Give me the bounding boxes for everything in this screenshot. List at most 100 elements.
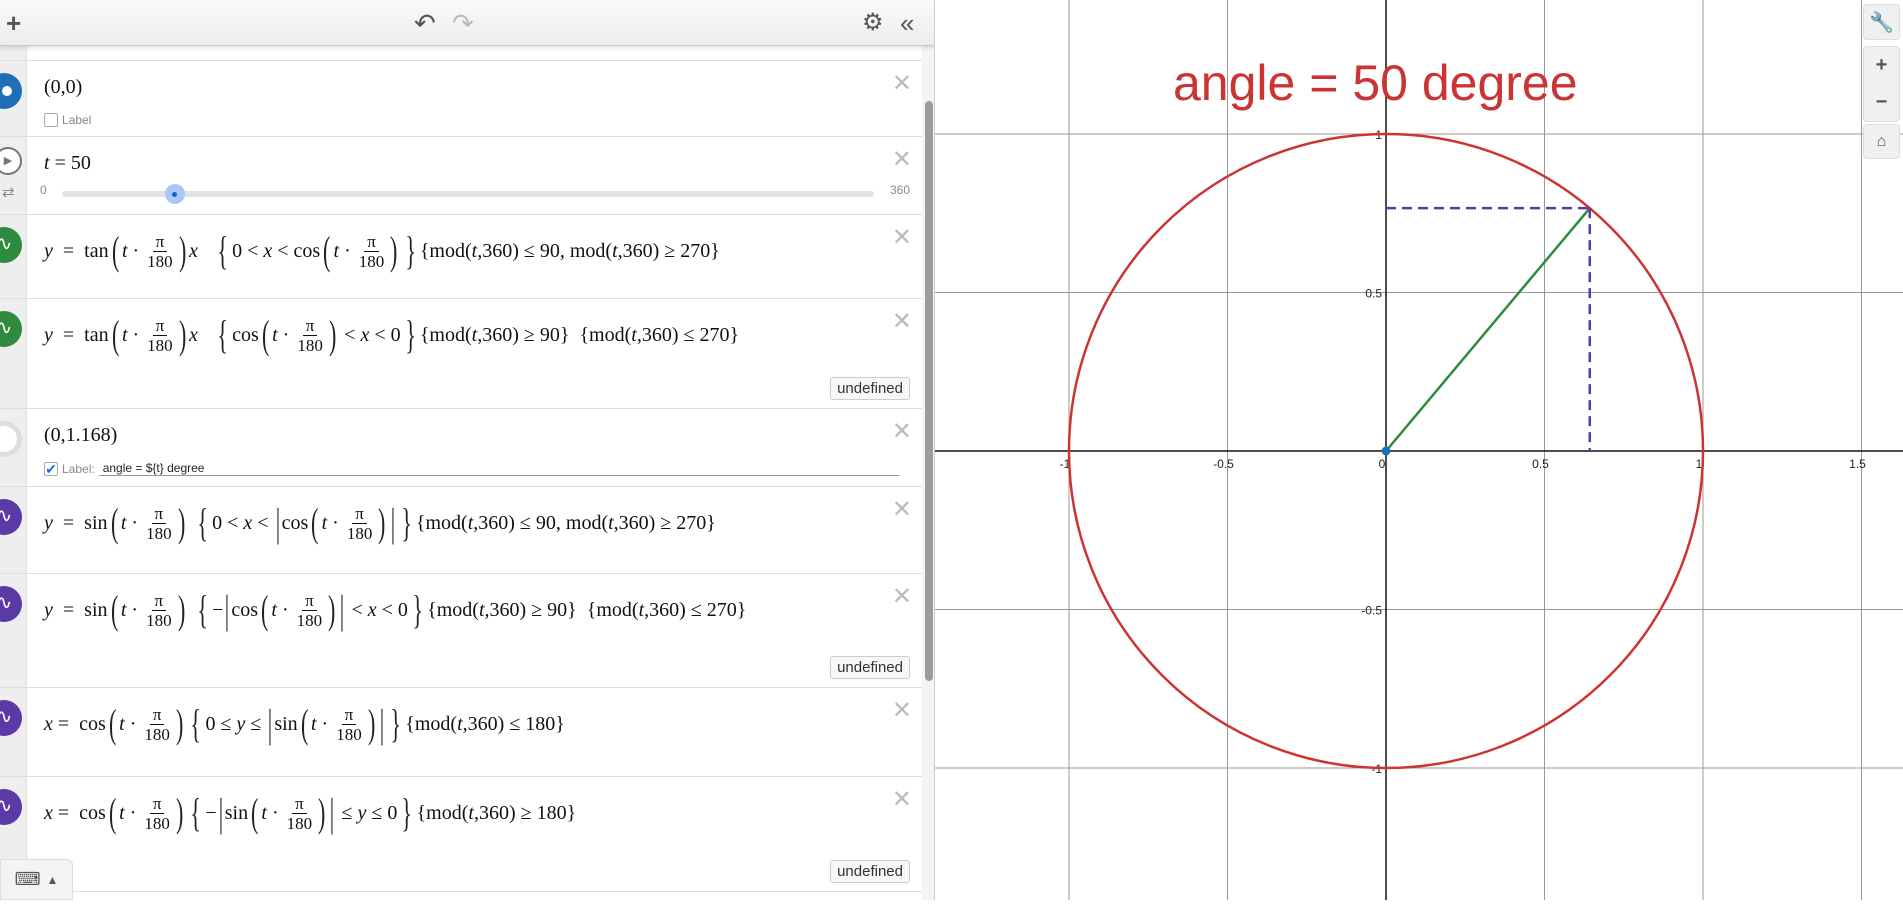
math-delimiter: ) <box>178 312 187 357</box>
math-text: (0,0) <box>44 75 83 98</box>
math-text: ,360) ≥ 180} <box>473 801 577 824</box>
math-delimiter: ) <box>178 228 187 273</box>
math-text: ≤ <box>245 712 267 735</box>
zoom-in-button[interactable]: + <box>1876 54 1888 77</box>
fraction-numerator: π <box>302 316 318 336</box>
graph-canvas[interactable]: -1 -0.5 0 0.5 1 1.510.5-0.5-1angle = 50 degre… <box>935 0 1903 900</box>
math-delimiter: | <box>379 701 385 746</box>
scrollbar-thumb[interactable] <box>925 101 933 681</box>
function-visibility-toggle[interactable]: ∿ <box>0 311 22 347</box>
expression[interactable]: y = sin(t · π 180) {− | cos(t · π 180) | < x … <box>44 584 746 636</box>
delete-row-button[interactable]: ✕ <box>892 69 912 97</box>
math-text: = sin <box>52 598 108 621</box>
function-visibility-toggle[interactable]: ∿ <box>0 789 22 825</box>
scrollbar[interactable] <box>922 46 934 900</box>
math-text: < cos <box>272 239 321 262</box>
math-variable: x <box>44 712 53 735</box>
expression[interactable]: y = sin(t · π 180) {0 < x < | cos(t · π 180… <box>44 497 716 549</box>
home-button[interactable]: ⌂ <box>1863 124 1900 159</box>
delete-row-button[interactable]: ✕ <box>892 417 912 445</box>
math-text <box>198 324 213 347</box>
fraction-denominator: 180 <box>146 610 172 630</box>
undo-button[interactable]: ↶ <box>414 8 436 38</box>
point-icon <box>2 86 12 96</box>
function-visibility-toggle[interactable]: ∿ <box>0 227 22 263</box>
math-text: = cos <box>52 712 106 735</box>
math-fraction: π 180 <box>146 504 172 543</box>
expression[interactable]: t = 50 <box>44 145 91 181</box>
math-variable: x <box>44 801 53 824</box>
delete-row-button[interactable]: ✕ <box>892 696 912 724</box>
algebra-row-func[interactable]: ∿ y = sin(t · π180) {−|cos(t · π180)| < x… <box>0 574 922 688</box>
expression[interactable]: y = tan(t · π 180) x {0 < x < cos(t · π 180… <box>44 225 720 277</box>
delete-row-button[interactable]: ✕ <box>892 223 912 251</box>
expression[interactable]: (0,1.168) <box>44 417 117 453</box>
algebra-row-func[interactable]: ∿ y = tan(t · π180)x {0 < x < cos(t · π18… <box>0 215 922 299</box>
graphics-view[interactable]: -1 -0.5 0 0.5 1 1.5 1 0.5 -0.5 -1 angle = 50 degre… <box>935 0 1903 900</box>
keyboard-toggle-button[interactable]: ⌨ ▲ <box>0 859 73 900</box>
delete-row-button[interactable]: ✕ <box>892 785 912 813</box>
delete-row-button[interactable]: ✕ <box>892 582 912 610</box>
math-variable: x <box>243 511 253 534</box>
math-text: · <box>277 323 295 346</box>
math-fraction: π 180 <box>347 504 373 543</box>
delete-row-button[interactable]: ✕ <box>892 495 912 523</box>
algebra-row-point[interactable]: (0,0) ✕ Label <box>0 61 922 137</box>
delete-row-button[interactable]: ✕ <box>892 145 912 173</box>
math-fraction: π 180 <box>144 794 170 833</box>
label-checkbox[interactable]: ✔ <box>44 461 58 476</box>
math-text: = 50 <box>49 151 91 174</box>
algebra-row-point[interactable]: (0,1.168) ✕ ✔ Label: angle = ${t} degree <box>0 409 922 487</box>
zoom-out-button[interactable]: − <box>1876 91 1888 114</box>
algebra-row-func[interactable]: ∿ x = cos(t · π180){−|sin(t · π180)| ≤ y … <box>0 777 922 892</box>
slider-thumb[interactable] <box>164 184 185 204</box>
point-visibility-toggle[interactable] <box>0 73 22 109</box>
add-item-button[interactable]: + <box>6 8 21 38</box>
expression[interactable]: x = cos(t · π 180){0 ≤ y ≤ | sin(t · π 180)… <box>44 698 565 750</box>
math-text: ,360) ≥ 270} <box>617 239 720 262</box>
math-text: {mod( <box>419 239 472 262</box>
math-delimiter: ) <box>175 790 184 835</box>
collapse-panel-button[interactable]: « <box>900 8 914 38</box>
algebra-row-slider[interactable]: ▶ ⇄ t = 50 ✕ 0 360 <box>0 137 922 215</box>
math-delimiter: ( <box>311 500 319 545</box>
function-visibility-toggle[interactable]: ∿ <box>0 499 22 535</box>
math-delimiter: { <box>197 500 208 545</box>
math-text: {mod( <box>415 511 468 534</box>
algebra-row-func[interactable]: ∿ y = tan(t · π180)x {cos(t · π180) < x <… <box>0 299 922 409</box>
label-checkbox[interactable] <box>44 113 58 127</box>
math-text: cos <box>231 598 259 621</box>
math-delimiter: } <box>400 500 412 545</box>
algebra-row-func[interactable]: ∿ y = sin(t · π180) {0 < x < |cos(t · π18… <box>0 487 922 574</box>
math-delimiter: ) <box>367 701 376 746</box>
expression[interactable]: (0,0) <box>44 69 82 105</box>
math-delimiter: | <box>218 790 223 835</box>
math-text: = cos <box>52 801 106 824</box>
redo-button[interactable]: ↷ <box>452 8 474 38</box>
math-delimiter: } <box>412 587 423 632</box>
undefined-value-badge: undefined <box>830 377 910 400</box>
math-delimiter: ( <box>108 701 117 746</box>
algebra-row-func[interactable]: ∿ x = cos(t · π180){0 ≤ y ≤ |sin(t · π180… <box>0 688 922 777</box>
math-delimiter: | <box>390 500 395 545</box>
math-text: · <box>126 598 144 621</box>
math-delimiter: | <box>330 790 335 835</box>
play-button[interactable]: ▶ <box>0 147 22 175</box>
algebra-toolbar: + ↶ ↷ ⚙ « <box>0 0 934 46</box>
expression[interactable]: x = cos(t · π 180){− | sin(t · π 180) | ≤ y ≤… <box>44 787 576 839</box>
math-fraction: π 180 <box>336 705 362 744</box>
expression[interactable]: y = tan(t · π 180) x {cos(t · π 180) < x < … <box>44 309 739 361</box>
delete-row-button[interactable]: ✕ <box>892 307 912 335</box>
function-visibility-toggle[interactable]: ∿ <box>0 586 22 622</box>
graph-settings-button[interactable]: 🔧 <box>1863 4 1900 40</box>
settings-gear-icon[interactable]: ⚙ <box>862 8 884 38</box>
label-text-input[interactable]: angle = ${t} degree <box>98 461 899 476</box>
math-text: < 0 <box>376 598 408 621</box>
point-visibility-toggle[interactable] <box>0 421 22 457</box>
fraction-denominator: 180 <box>286 813 313 833</box>
math-delimiter: | <box>275 500 280 545</box>
function-visibility-toggle[interactable]: ∿ <box>0 700 22 736</box>
math-text: ,360) ≥ 90} {mod( <box>477 323 632 346</box>
math-delimiter: } <box>401 790 413 835</box>
math-text: < <box>252 511 274 534</box>
